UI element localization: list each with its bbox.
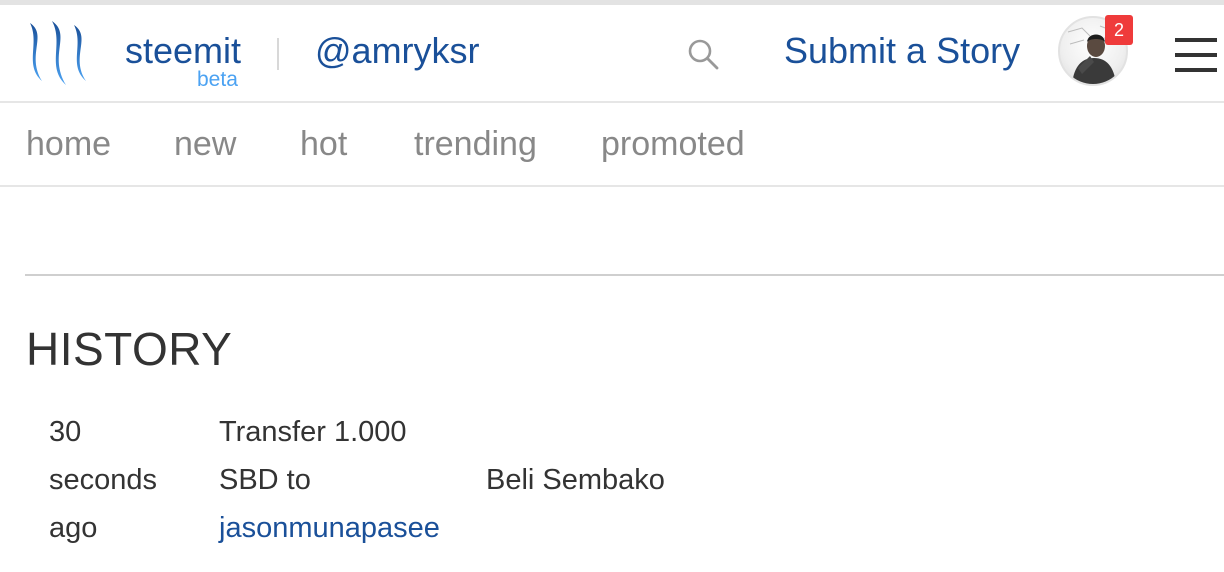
history-time-line: ago [49, 512, 98, 544]
steemit-logo-icon[interactable] [24, 17, 94, 89]
history-memo: Beli Sembako [486, 464, 665, 496]
notification-badge[interactable]: 2 [1105, 15, 1133, 45]
search-icon[interactable] [686, 37, 720, 71]
history-time-line: seconds [49, 464, 158, 496]
history-action: Transfer 1.000 SBD to jasonmunapasee [219, 408, 440, 552]
nav-hot[interactable]: hot [300, 123, 347, 165]
content-divider [25, 274, 1224, 276]
history-time: 30 seconds ago [49, 408, 157, 552]
beta-label: beta [197, 68, 238, 91]
history-action-line: SBD to [219, 464, 311, 496]
nav-trending[interactable]: trending [414, 123, 537, 165]
history-title: HISTORY [26, 323, 233, 375]
main-nav: home new hot trending promoted [0, 103, 1224, 187]
brand-name[interactable]: steemit [125, 31, 241, 71]
history-action-line: Transfer 1.000 [219, 416, 407, 448]
recipient-link[interactable]: jasonmunapasee [219, 504, 440, 552]
username-link[interactable]: @amryksr [315, 31, 480, 71]
nav-new[interactable]: new [174, 123, 236, 165]
history-time-line: 30 [49, 416, 82, 448]
submit-story-button[interactable]: Submit a Story [784, 31, 1020, 71]
header-separator [277, 38, 279, 70]
nav-promoted[interactable]: promoted [601, 123, 745, 165]
nav-home[interactable]: home [26, 123, 111, 165]
hamburger-menu-icon[interactable] [1175, 38, 1217, 72]
site-header: steemit beta @amryksr Submit a Story 2 [0, 5, 1224, 103]
